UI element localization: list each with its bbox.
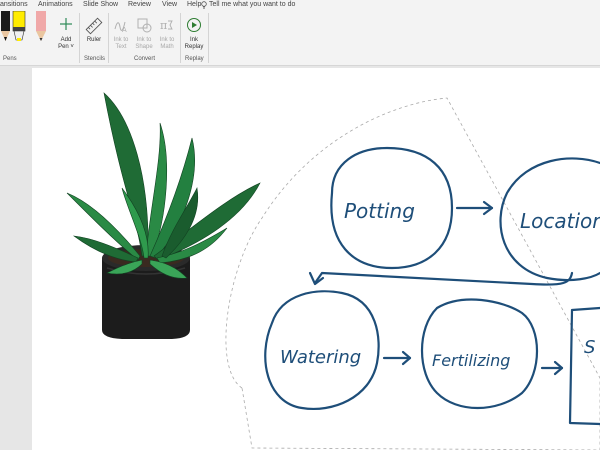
ink-label-potting: Potting xyxy=(344,199,415,223)
tab-view[interactable]: View xyxy=(162,1,177,8)
group-divider xyxy=(208,13,209,63)
group-divider xyxy=(180,13,181,63)
group-label-pens: Pens xyxy=(3,56,17,62)
tell-me-text: Tell me what you want to do xyxy=(209,1,296,8)
ink-to-math-icon: π xyxy=(160,19,173,32)
ink-label-fertilizing: Fertilizing xyxy=(432,351,510,370)
ink-label-location: Location xyxy=(520,209,600,233)
ink-to-math-label-2: Math xyxy=(160,44,174,50)
ink-replay-label-1: Ink xyxy=(189,37,198,43)
ink-to-shape-label-2: Shape xyxy=(135,44,153,50)
group-label-replay: Replay xyxy=(185,56,204,62)
ruler-icon xyxy=(85,17,103,35)
ink-label-watering: Watering xyxy=(280,347,361,368)
ink-diagram[interactable] xyxy=(264,146,600,426)
plus-icon xyxy=(60,18,72,30)
ink-to-text-label-2: Text xyxy=(115,44,127,50)
pen-black[interactable] xyxy=(0,11,11,41)
svg-text:π: π xyxy=(160,19,167,32)
tab-slide-show[interactable]: Slide Show xyxy=(83,1,118,8)
lightbulb-icon xyxy=(201,1,207,9)
pen-highlighter-yellow[interactable] xyxy=(12,10,26,41)
ribbon-tab-bar: ansitions Animations Slide Show Review V… xyxy=(0,0,600,11)
plant-image[interactable] xyxy=(66,92,261,339)
ink-to-shape-label-1: Ink to xyxy=(136,37,152,43)
tab-review[interactable]: Review xyxy=(128,1,151,8)
pen-pink[interactable] xyxy=(34,11,46,41)
svg-text:A: A xyxy=(122,27,127,33)
ruler-label: Ruler xyxy=(86,37,102,43)
add-pen-label: Add xyxy=(60,37,72,43)
group-label-stencils: Stencils xyxy=(84,56,106,62)
ink-node-box[interactable] xyxy=(568,306,600,426)
add-pen-dropdown-label: Pen ˅ xyxy=(58,44,74,50)
ink-label-box: S s xyxy=(584,337,600,358)
ink-to-text-label-1: Ink to xyxy=(113,37,129,43)
replay-icon xyxy=(187,18,201,32)
group-label-convert: Convert xyxy=(134,56,156,62)
group-divider xyxy=(79,13,80,63)
tab-animations[interactable]: Animations xyxy=(38,1,73,8)
tell-me-search[interactable]: Tell me what you want to do xyxy=(201,1,296,9)
group-divider xyxy=(108,13,109,63)
editor-margin xyxy=(0,66,32,450)
highlighter-icon xyxy=(12,10,26,41)
ink-to-text-icon: A xyxy=(114,21,127,33)
ink-replay-label-2: Replay xyxy=(184,44,204,50)
tab-transitions[interactable]: ansitions xyxy=(0,1,28,8)
ribbon: Add Pen ˅ Pens Ruler Stencils A Ink to T… xyxy=(0,10,600,66)
ink-to-shape-icon xyxy=(137,18,152,33)
slide-canvas[interactable]: Potting Location Watering Fertilizing S … xyxy=(32,68,600,450)
ink-to-math-label-1: Ink to xyxy=(159,37,175,43)
pencil-icon xyxy=(36,11,46,41)
pen-icon xyxy=(1,11,10,41)
